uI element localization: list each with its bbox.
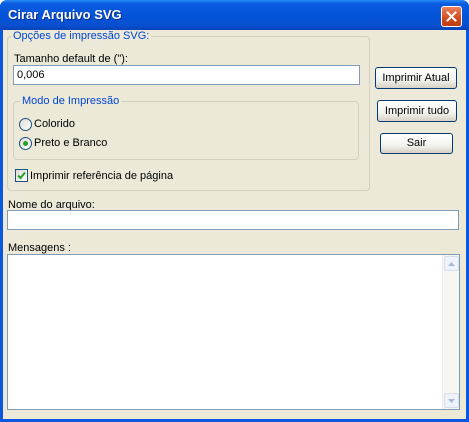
dialog-window: Cirar Arquivo SVG Opções de impressão SV… [0,0,469,422]
close-button[interactable] [441,6,462,27]
radio-preto-e-branco-label[interactable]: Preto e Branco [34,137,107,149]
messages-scrollbar[interactable] [442,255,459,409]
title-bar[interactable]: Cirar Arquivo SVG [0,0,469,30]
default-size-input[interactable]: 0,006 [13,65,360,85]
arrow-down-icon [448,398,455,403]
window-title: Cirar Arquivo SVG [8,7,122,22]
print-mode-legend: Modo de Impressão [20,95,122,107]
arrow-up-icon [448,261,455,266]
print-options-legend: Opções de impressão SVG: [11,30,152,42]
dialog-client-area: Opções de impressão SVG: Tamanho default… [3,30,466,419]
close-icon [446,11,457,22]
radio-colorido-label[interactable]: Colorido [34,118,75,130]
scroll-up-button[interactable] [444,256,459,271]
print-all-button[interactable]: Imprimir tudo [377,100,457,122]
page-reference-label[interactable]: Imprimir referência de página [30,170,173,182]
print-mode-group [13,101,359,160]
radio-selected-dot [23,141,28,146]
exit-button[interactable]: Sair [380,133,453,154]
scroll-down-button[interactable] [444,393,459,408]
radio-colorido[interactable] [19,118,32,131]
messages-textarea[interactable] [7,254,460,410]
default-size-label: Tamanho default de ("): [14,53,128,65]
radio-preto-e-branco[interactable] [19,137,32,150]
file-name-input[interactable] [7,210,459,230]
checkmark-icon [17,171,26,180]
print-current-button[interactable]: Imprimir Atual [375,67,457,89]
page-reference-checkbox[interactable] [15,169,28,182]
messages-label: Mensagens : [8,242,71,254]
